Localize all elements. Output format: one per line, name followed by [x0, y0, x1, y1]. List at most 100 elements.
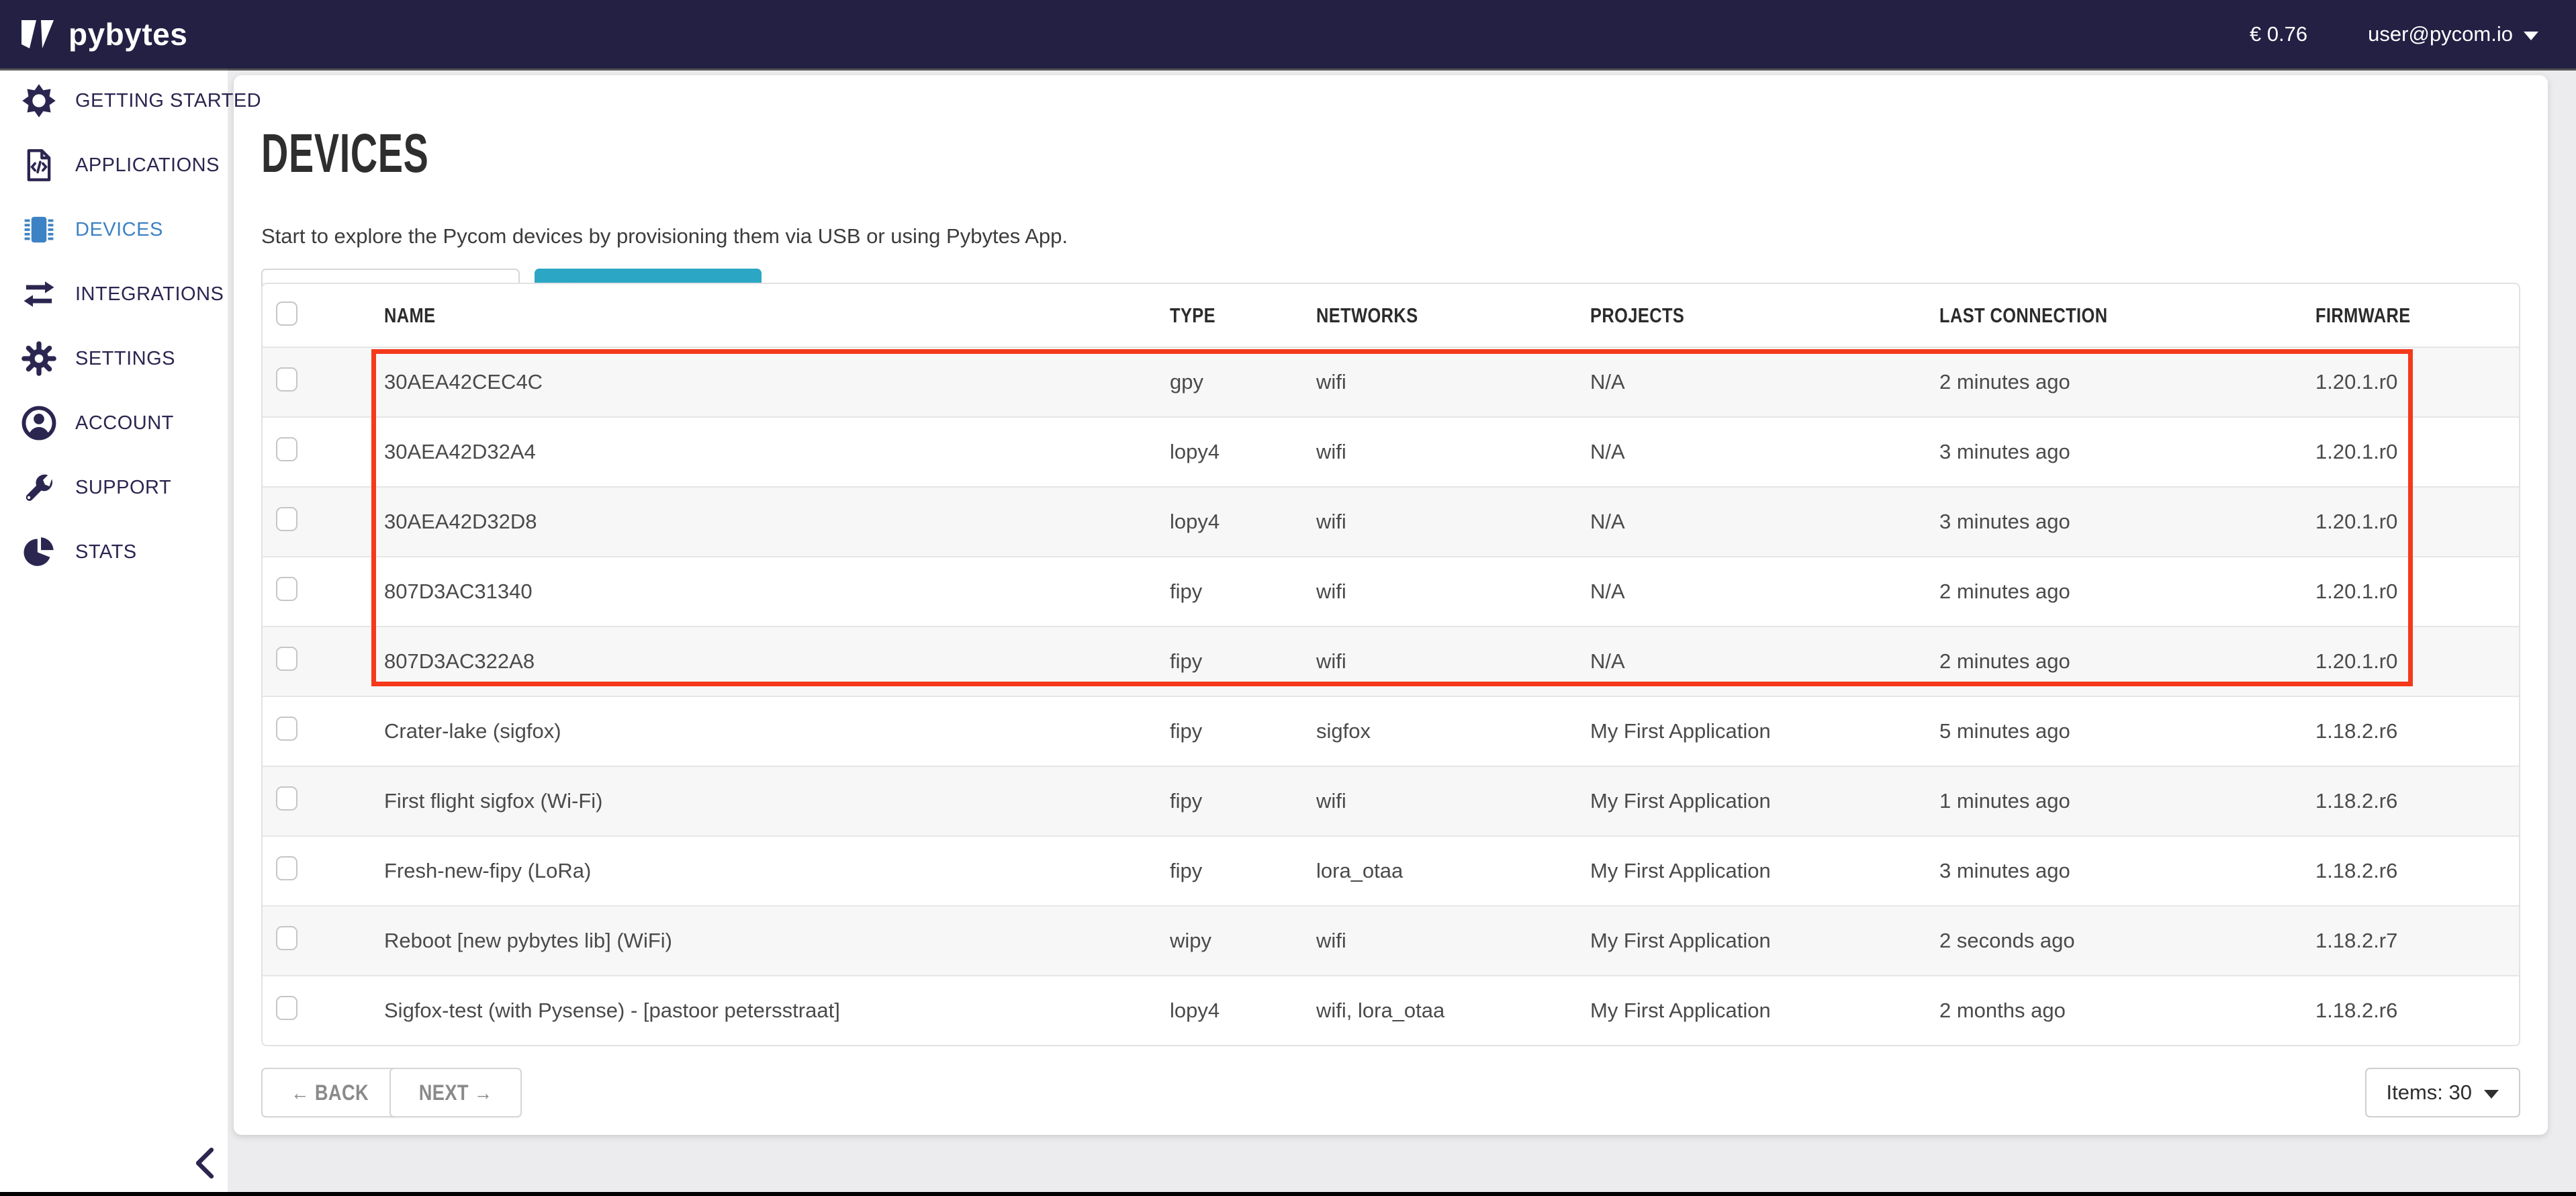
sidebar-item-applications[interactable]: APPLICATIONS	[0, 133, 228, 197]
cell-firmware: 1.20.1.r0	[2315, 440, 2519, 464]
swap-arrows-icon	[20, 275, 58, 313]
row-checkbox[interactable]	[276, 786, 297, 811]
cell-networks: wifi	[1316, 789, 1590, 813]
code-document-icon	[20, 146, 58, 184]
account-balance: € 0.76	[2250, 22, 2307, 46]
column-header-projects: PROJECTS	[1590, 304, 1939, 328]
cell-projects: N/A	[1590, 580, 1939, 604]
cell-firmware: 1.20.1.r0	[2315, 370, 2519, 394]
sidebar-item-label: ACCOUNT	[75, 412, 174, 434]
logo-text: pybytes	[68, 16, 187, 52]
row-checkbox[interactable]	[276, 577, 297, 601]
cell-name: Sigfox-test (with Pysense) - [pastoor pe…	[384, 999, 1170, 1023]
sidebar-item-getting-started[interactable]: GETTING STARTED	[0, 68, 228, 133]
cell-name: Reboot [new pybytes lib] (WiFi)	[384, 929, 1170, 953]
sidebar-item-integrations[interactable]: INTEGRATIONS	[0, 262, 228, 326]
row-checkbox[interactable]	[276, 437, 297, 461]
table-row[interactable]: 807D3AC322A8fipywifiN/A2 minutes ago1.20…	[263, 626, 2519, 696]
table-row[interactable]: Reboot [new pybytes lib] (WiFi)wipywifiM…	[263, 905, 2519, 975]
cell-type: fipy	[1170, 859, 1316, 883]
table-row[interactable]: 30AEA42D32D8lopy4wifiN/A3 minutes ago1.2…	[263, 486, 2519, 556]
cell-name: 807D3AC322A8	[384, 649, 1170, 674]
table-row[interactable]: Crater-lake (sigfox)fipysigfoxMy First A…	[263, 696, 2519, 766]
sidebar-item-support[interactable]: SUPPORT	[0, 455, 228, 520]
cell-firmware: 1.20.1.r0	[2315, 580, 2519, 604]
cell-networks: wifi	[1316, 580, 1590, 604]
sidebar-item-settings[interactable]: SETTINGS	[0, 326, 228, 391]
pie-chart-icon	[20, 533, 58, 571]
cell-projects: N/A	[1590, 370, 1939, 394]
screen-bottom-edge	[0, 1192, 2576, 1196]
row-checkbox[interactable]	[276, 507, 297, 531]
cell-name: 30AEA42CEC4C	[384, 370, 1170, 394]
cell-networks: wifi, lora_otaa	[1316, 999, 1590, 1023]
column-header-firmware: FIRMWARE	[2315, 304, 2519, 328]
cell-firmware: 1.18.2.r7	[2315, 929, 2519, 953]
user-email: user@pycom.io	[2368, 22, 2513, 46]
row-checkbox[interactable]	[276, 367, 297, 392]
cell-last-connection: 2 minutes ago	[1939, 580, 2315, 604]
row-checkbox[interactable]	[276, 856, 297, 880]
cell-last-connection: 2 seconds ago	[1939, 929, 2315, 953]
sidebar-item-devices[interactable]: DEVICES	[0, 197, 228, 262]
column-header-name: NAME	[384, 304, 1170, 328]
cell-name: 30AEA42D32A4	[384, 440, 1170, 464]
pybytes-logo-icon	[20, 19, 59, 50]
cell-type: gpy	[1170, 370, 1316, 394]
sidebar-item-label: SUPPORT	[75, 477, 171, 499]
items-per-page-label: Items: 30	[2387, 1080, 2473, 1105]
sidebar-item-account[interactable]: ACCOUNT	[0, 391, 228, 455]
column-header-networks: NETWORKS	[1316, 304, 1590, 328]
cell-projects: My First Application	[1590, 859, 1939, 883]
page-title: DEVICES	[261, 122, 429, 185]
column-header-type: TYPE	[1170, 304, 1316, 328]
gear-icon	[20, 340, 58, 377]
row-checkbox[interactable]	[276, 926, 297, 950]
sidebar-collapse-button[interactable]	[181, 1140, 228, 1187]
cell-networks: wifi	[1316, 440, 1590, 464]
row-checkbox[interactable]	[276, 996, 297, 1020]
next-button[interactable]: NEXT →	[389, 1068, 522, 1117]
cell-name: 30AEA42D32D8	[384, 510, 1170, 534]
cell-type: lopy4	[1170, 510, 1316, 534]
cell-last-connection: 2 months ago	[1939, 999, 2315, 1023]
column-header-last-connection: LAST CONNECTION	[1939, 304, 2315, 328]
devices-table: NAME TYPE NETWORKS PROJECTS LAST CONNECT…	[261, 283, 2520, 1046]
table-row[interactable]: 30AEA42D32A4lopy4wifiN/A3 minutes ago1.2…	[263, 416, 2519, 486]
select-all-checkbox[interactable]	[276, 302, 297, 326]
table-row[interactable]: 807D3AC31340fipywifiN/A2 minutes ago1.20…	[263, 556, 2519, 626]
cell-firmware: 1.18.2.r6	[2315, 859, 2519, 883]
cell-type: lopy4	[1170, 440, 1316, 464]
user-menu[interactable]: user@pycom.io	[2368, 22, 2538, 46]
sidebar-item-label: GETTING STARTED	[75, 90, 261, 112]
sidebar-item-label: APPLICATIONS	[75, 154, 220, 177]
cell-firmware: 1.20.1.r0	[2315, 510, 2519, 534]
table-row[interactable]: Fresh-new-fipy (LoRa)fipylora_otaaMy Fir…	[263, 835, 2519, 905]
cog-burst-icon	[20, 82, 58, 120]
cell-firmware: 1.18.2.r6	[2315, 999, 2519, 1023]
sidebar-item-label: INTEGRATIONS	[75, 283, 224, 306]
cell-type: fipy	[1170, 789, 1316, 813]
back-button[interactable]: ← BACK	[261, 1068, 398, 1117]
row-checkbox[interactable]	[276, 647, 297, 671]
sidebar-item-stats[interactable]: STATS	[0, 520, 228, 584]
cell-last-connection: 5 minutes ago	[1939, 719, 2315, 743]
table-header-row: NAME TYPE NETWORKS PROJECTS LAST CONNECT…	[263, 284, 2519, 347]
table-row[interactable]: Sigfox-test (with Pysense) - [pastoor pe…	[263, 975, 2519, 1045]
topbar: pybytes € 0.76 user@pycom.io	[0, 0, 2576, 68]
table-row[interactable]: First flight sigfox (Wi-Fi)fipywifiMy Fi…	[263, 766, 2519, 835]
cell-last-connection: 2 minutes ago	[1939, 370, 2315, 394]
cell-networks: wifi	[1316, 510, 1590, 534]
row-checkbox[interactable]	[276, 717, 297, 741]
cell-type: fipy	[1170, 580, 1316, 604]
cell-projects: N/A	[1590, 440, 1939, 464]
cell-name: First flight sigfox (Wi-Fi)	[384, 789, 1170, 813]
table-row[interactable]: 30AEA42CEC4CgpywifiN/A2 minutes ago1.20.…	[263, 347, 2519, 416]
cell-projects: My First Application	[1590, 789, 1939, 813]
cell-last-connection: 3 minutes ago	[1939, 440, 2315, 464]
cell-type: fipy	[1170, 719, 1316, 743]
sidebar: GETTING STARTED APPLICATIONS DEVICES	[0, 68, 228, 1192]
sidebar-item-label: STATS	[75, 541, 137, 563]
items-per-page-dropdown[interactable]: Items: 30	[2365, 1068, 2521, 1117]
pybytes-logo: pybytes	[20, 16, 187, 52]
